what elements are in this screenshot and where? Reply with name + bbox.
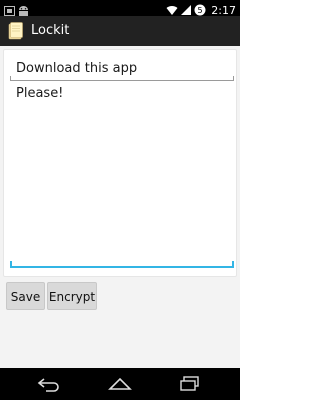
back-icon[interactable] [36, 374, 62, 398]
note-title-input[interactable]: Download this app [10, 58, 234, 81]
save-button[interactable]: Save [6, 282, 45, 310]
status-bar: 5 2:17 [0, 0, 240, 17]
navigation-bar [0, 368, 240, 400]
note-editor: Download this app Please! Save Encrypt [0, 46, 240, 368]
action-bar: Lockit [0, 16, 240, 46]
note-body-input[interactable]: Please! [10, 82, 234, 268]
app-title: Lockit [31, 23, 70, 38]
svg-text:5: 5 [198, 6, 203, 15]
encrypt-button[interactable]: Encrypt [47, 282, 97, 310]
home-icon[interactable] [107, 374, 133, 398]
recent-apps-icon[interactable] [177, 374, 203, 398]
app-icon[interactable] [7, 22, 25, 40]
note-body-value: Please! [16, 86, 64, 101]
note-title-value: Download this app [16, 61, 138, 76]
editor-card: Download this app Please! [4, 50, 236, 276]
